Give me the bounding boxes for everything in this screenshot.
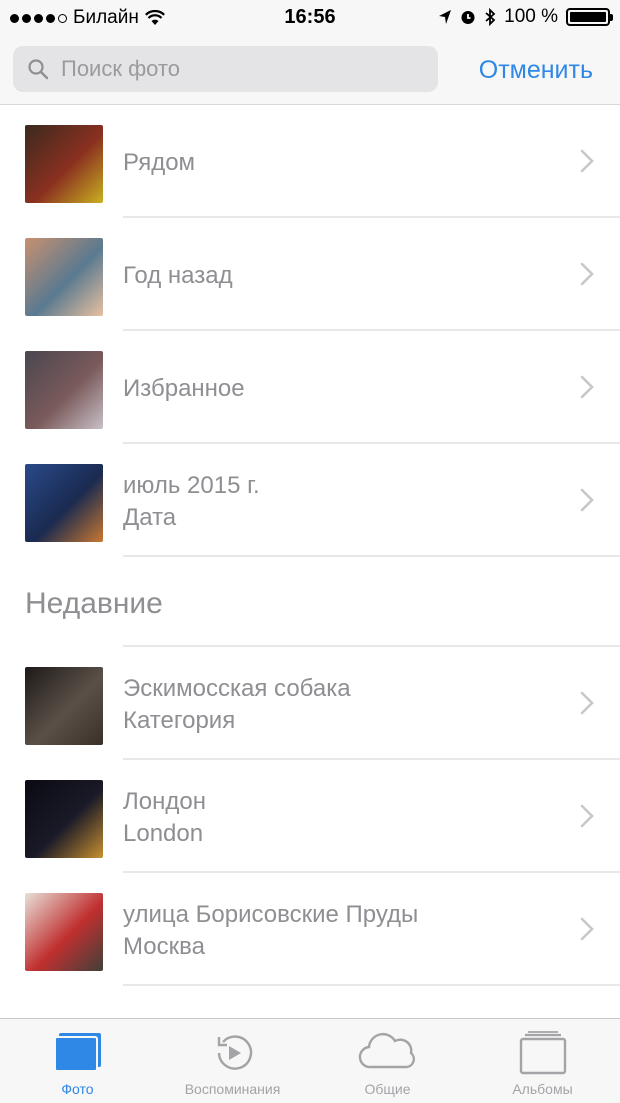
- thumbnail-image: [25, 351, 103, 429]
- row-text: Год назад: [123, 260, 233, 292]
- chevron-right-icon: [580, 917, 594, 941]
- photos-icon: [53, 1033, 101, 1072]
- albums-icon: [519, 1031, 566, 1075]
- row-divider: [123, 555, 620, 557]
- row-subtitle: London: [123, 820, 204, 847]
- row-text: Рядом: [123, 147, 195, 179]
- chevron-right-icon: [580, 149, 594, 173]
- status-bar: Билайн 16:56 100 %: [0, 0, 620, 36]
- recent-row[interactable]: Лондон London: [0, 760, 620, 873]
- thumbnail-image: [25, 780, 103, 858]
- search-field[interactable]: [13, 46, 438, 92]
- alarm-icon: [461, 11, 475, 24]
- chevron-right-icon: [580, 691, 594, 715]
- chevron-right-icon: [580, 488, 594, 512]
- row-subtitle: Дата: [123, 504, 177, 531]
- chevron-right-icon: [580, 804, 594, 828]
- search-icon: [28, 59, 49, 80]
- tab-photos-label: Фото: [61, 1081, 94, 1097]
- chevron-right-icon: [580, 262, 594, 286]
- battery-icon: [566, 8, 613, 26]
- battery-percent: 100 %: [504, 6, 558, 27]
- status-right: 100 %: [438, 6, 613, 28]
- row-text: июль 2015 г. Дата: [123, 470, 260, 534]
- recent-section-title: Недавние: [25, 587, 163, 620]
- chevron-right-icon: [580, 375, 594, 399]
- tab-photos[interactable]: Фото: [0, 1019, 155, 1103]
- thumbnail-image: [25, 125, 103, 203]
- row-text: Эскимосская собака Категория: [123, 673, 351, 737]
- bluetooth-icon: [485, 8, 496, 26]
- thumbnail-image: [25, 238, 103, 316]
- recent-row[interactable]: Эскимосская собака Категория: [0, 647, 620, 760]
- thumbnail-image: [25, 667, 103, 745]
- tab-bar: Фото Воспоминания Общие Альбомы: [0, 1018, 620, 1103]
- row-divider: [123, 984, 620, 986]
- tab-shared-label: Общие: [364, 1081, 411, 1097]
- tab-memories[interactable]: Воспоминания: [155, 1019, 310, 1103]
- row-title: Избранное: [123, 375, 245, 402]
- location-arrow-icon: [439, 10, 452, 24]
- suggestion-row[interactable]: Год назад: [0, 218, 620, 331]
- row-title: июль 2015 г.: [123, 472, 260, 499]
- search-header: Отменить: [0, 36, 620, 105]
- cancel-button[interactable]: Отменить: [479, 56, 593, 85]
- thumbnail-image: [25, 464, 103, 542]
- row-title: улица Борисовские Пруды: [123, 901, 419, 928]
- tab-shared[interactable]: Общие: [310, 1019, 465, 1103]
- row-text: Избранное: [123, 373, 245, 405]
- tab-albums-label: Альбомы: [512, 1081, 573, 1097]
- suggestion-row[interactable]: июль 2015 г. Дата: [0, 444, 620, 557]
- thumbnail-image: [25, 893, 103, 971]
- suggestion-row[interactable]: Избранное: [0, 331, 620, 444]
- search-input[interactable]: [59, 55, 403, 83]
- row-title: Эскимосская собака: [123, 675, 351, 702]
- tab-albums[interactable]: Альбомы: [465, 1019, 620, 1103]
- row-subtitle: Москва: [123, 933, 205, 960]
- row-title: Лондон: [123, 788, 206, 815]
- row-subtitle: Категория: [123, 707, 236, 734]
- row-text: Лондон London: [123, 786, 206, 850]
- cloud-icon: [358, 1032, 415, 1069]
- suggestion-row[interactable]: Рядом: [0, 105, 620, 218]
- row-text: улица Борисовские Пруды Москва: [123, 899, 418, 963]
- tab-memories-label: Воспоминания: [184, 1081, 281, 1097]
- recent-row[interactable]: улица Борисовские Пруды Москва: [0, 873, 620, 986]
- row-title: Рядом: [123, 149, 196, 176]
- memories-icon: [217, 1035, 252, 1070]
- row-title: Год назад: [123, 262, 233, 289]
